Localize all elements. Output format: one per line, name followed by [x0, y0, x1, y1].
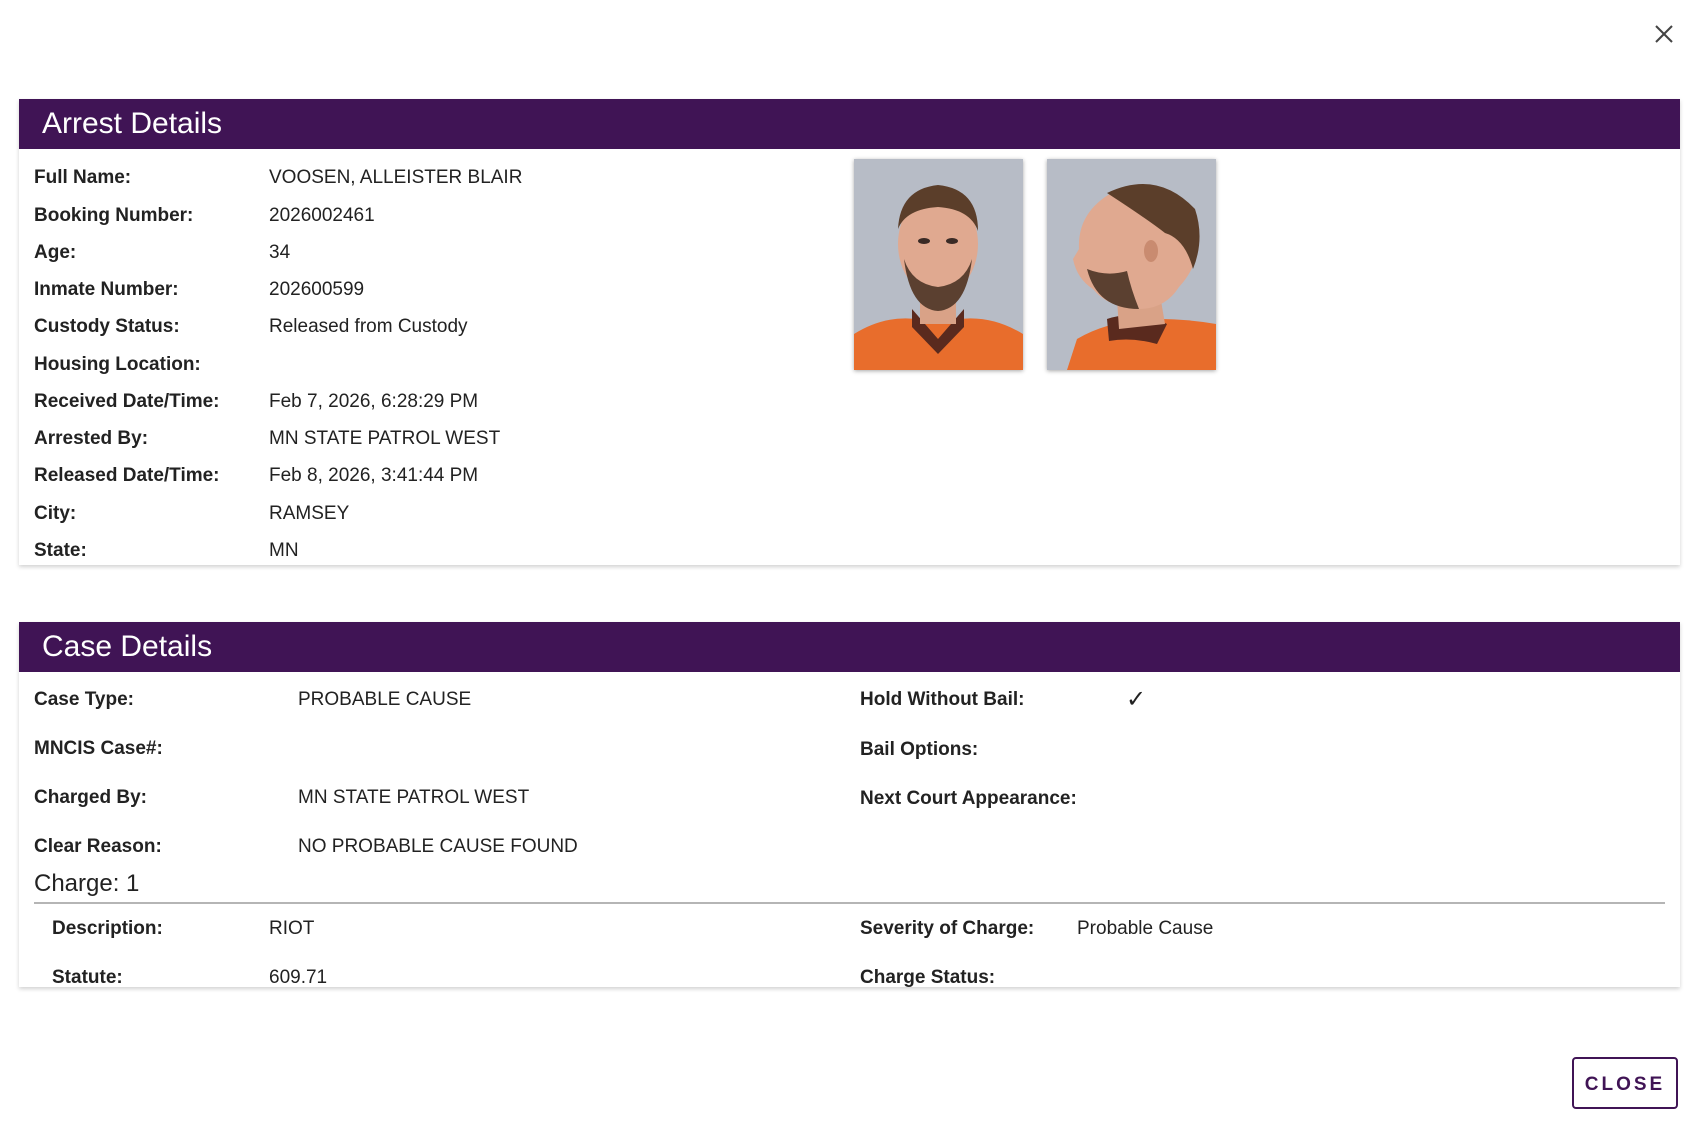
charge-title: Charge: 1: [34, 870, 140, 897]
charge-divider: [34, 902, 1665, 904]
checkmark-icon: ✓: [1126, 686, 1147, 713]
arrest-details-title: Arrest Details: [19, 99, 1680, 149]
case-details-panel: Case Details Case Type: PROBABLE CAUSE M…: [19, 622, 1680, 988]
close-button[interactable]: CLOSE: [1572, 1057, 1678, 1109]
close-icon[interactable]: [1650, 20, 1678, 48]
arrest-details-panel: Arrest Details Full Name: VOOSEN, ALLEIS…: [19, 99, 1680, 565]
case-details-title: Case Details: [19, 622, 1680, 672]
booking-photo-profile[interactable]: [1047, 159, 1216, 370]
booking-photo-front[interactable]: [854, 159, 1023, 370]
